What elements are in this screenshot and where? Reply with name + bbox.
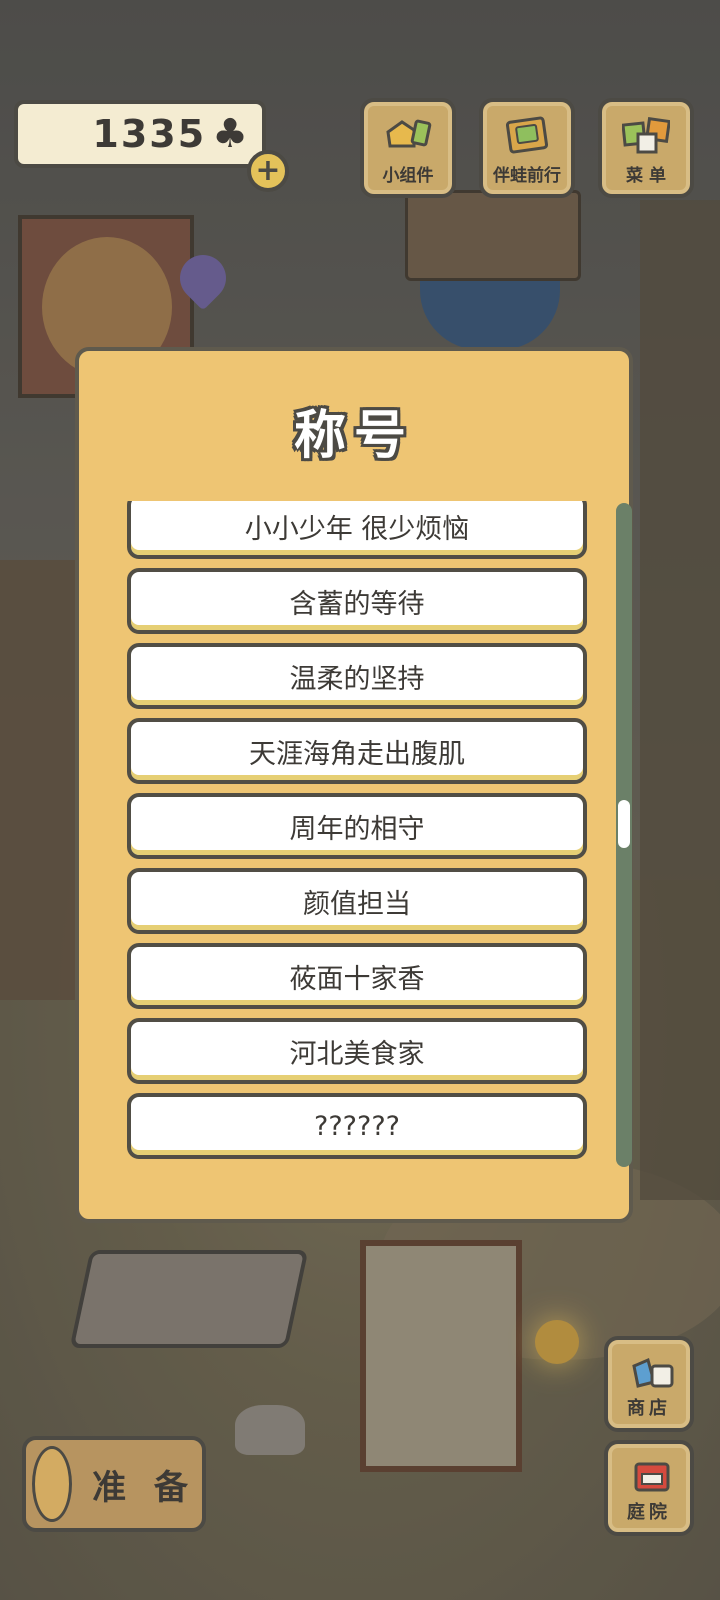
title-item[interactable]: 温柔的坚持 xyxy=(127,643,587,709)
shop-bag-icon xyxy=(632,1357,674,1388)
add-clover-button[interactable]: + xyxy=(247,150,289,192)
scrollbar-thumb[interactable] xyxy=(618,800,630,848)
clover-counter: 1335 ♣ xyxy=(14,100,266,168)
clover-icon: ♣ xyxy=(212,111,248,157)
widgets-label: 小组件 xyxy=(382,166,434,186)
prepare-label: 准 备 xyxy=(92,1467,196,1508)
title-item[interactable]: 颜值担当 xyxy=(127,868,587,934)
frog-journey-button[interactable]: 伴蛙前行 xyxy=(479,98,575,198)
widgets-button[interactable]: 小组件 xyxy=(360,98,456,198)
title-item[interactable]: 含蓄的等待 xyxy=(127,568,587,634)
dialog-title: 称号 xyxy=(293,406,414,466)
titles-list[interactable]: 小小少年 很少烦恼 含蓄的等待 温柔的坚持 天涯海角走出腹肌 周年的相守 颜值担… xyxy=(127,501,587,1167)
shop-label: 商店 xyxy=(627,1398,671,1419)
prepare-button[interactable]: 准 备 xyxy=(22,1436,206,1532)
menu-button[interactable]: 菜 单 xyxy=(598,98,694,198)
garden-gate-icon xyxy=(634,1462,670,1492)
title-item[interactable]: 天涯海角走出腹肌 xyxy=(127,718,587,784)
title-item[interactable]: 莜面十家香 xyxy=(127,943,587,1009)
list-scrollbar[interactable] xyxy=(616,503,632,1167)
frog-journey-label: 伴蛙前行 xyxy=(493,166,561,186)
title-item[interactable]: 小小少年 很少烦恼 xyxy=(127,501,587,559)
garden-label: 庭院 xyxy=(627,1502,671,1523)
garden-button[interactable]: 庭院 xyxy=(604,1440,694,1536)
titles-dialog: 称号 小小少年 很少烦恼 含蓄的等待 温柔的坚持 天涯海角走出腹肌 周年的相守 … xyxy=(75,347,633,1223)
cards-icon xyxy=(622,117,670,154)
menu-label: 菜 单 xyxy=(626,166,666,186)
notebook-icon xyxy=(505,116,549,154)
title-item-locked[interactable]: ?????? xyxy=(127,1093,587,1159)
shop-button[interactable]: 商店 xyxy=(604,1336,694,1432)
log-icon xyxy=(32,1446,72,1522)
widgets-icon xyxy=(386,119,432,148)
title-item[interactable]: 周年的相守 xyxy=(127,793,587,859)
clover-count: 1335 xyxy=(92,112,207,156)
title-item[interactable]: 河北美食家 xyxy=(127,1018,587,1084)
